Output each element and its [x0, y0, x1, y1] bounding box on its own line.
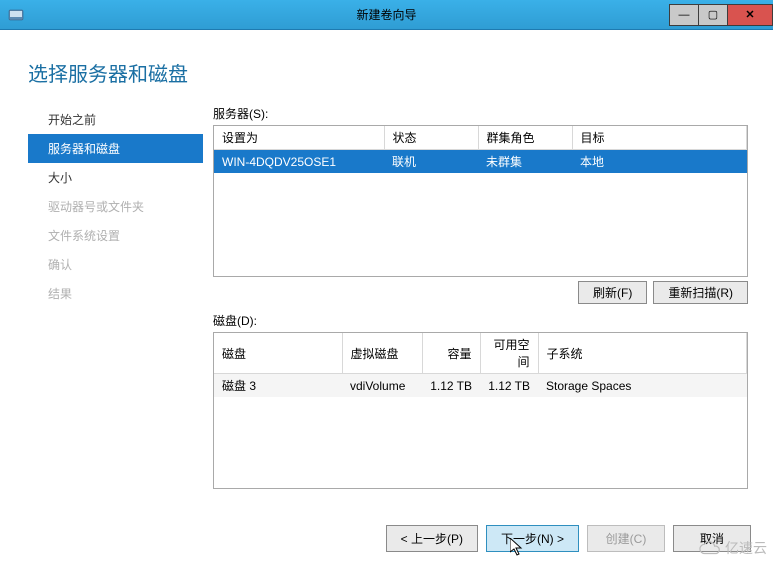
window-controls: — ▢ ✕	[670, 4, 773, 26]
server-table-box: 设置为 状态 群集角色 目标 WIN-4DQDV25OSE1 联机 未群集 本地	[213, 125, 748, 277]
cancel-button[interactable]: 取消	[673, 525, 751, 552]
disk-label: 磁盘(D):	[213, 312, 748, 329]
disk-cell-disk: 磁盘 3	[214, 374, 342, 398]
nav-server-disk[interactable]: 服务器和磁盘	[28, 134, 203, 163]
server-cell-target: 本地	[572, 150, 747, 174]
server-col-target[interactable]: 目标	[572, 126, 747, 150]
disk-table-box: 磁盘 虚拟磁盘 容量 可用空间 子系统 磁盘 3 vdiVolume 1.12 …	[213, 332, 748, 489]
server-row[interactable]: WIN-4DQDV25OSE1 联机 未群集 本地	[214, 150, 747, 174]
server-cell-name: WIN-4DQDV25OSE1	[214, 150, 384, 174]
server-cell-cluster: 未群集	[478, 150, 572, 174]
nav-drive-letter: 驱动器号或文件夹	[28, 192, 203, 221]
server-table: 设置为 状态 群集角色 目标 WIN-4DQDV25OSE1 联机 未群集 本地	[214, 126, 747, 173]
nav-confirm: 确认	[28, 250, 203, 279]
server-col-status[interactable]: 状态	[384, 126, 478, 150]
app-icon	[8, 7, 24, 23]
window-title: 新建卷向导	[0, 6, 773, 23]
page-heading: 选择服务器和磁盘	[20, 40, 753, 105]
prev-button[interactable]: < 上一步(P)	[386, 525, 478, 552]
rescan-button[interactable]: 重新扫描(R)	[653, 281, 748, 304]
nav-size[interactable]: 大小	[28, 163, 203, 192]
disk-cell-virtual: vdiVolume	[342, 374, 422, 398]
disk-table: 磁盘 虚拟磁盘 容量 可用空间 子系统 磁盘 3 vdiVolume 1.12 …	[214, 333, 747, 397]
server-label: 服务器(S):	[213, 105, 748, 122]
disk-col-capacity[interactable]: 容量	[422, 333, 480, 374]
nav-result: 结果	[28, 279, 203, 308]
disk-col-virtual[interactable]: 虚拟磁盘	[342, 333, 422, 374]
minimize-button[interactable]: —	[669, 4, 699, 26]
disk-col-subsystem[interactable]: 子系统	[538, 333, 747, 374]
disk-col-free[interactable]: 可用空间	[480, 333, 538, 374]
nav-before-begin[interactable]: 开始之前	[28, 105, 203, 134]
server-cell-status: 联机	[384, 150, 478, 174]
disk-cell-free: 1.12 TB	[480, 374, 538, 398]
wizard-footer: < 上一步(P) 下一步(N) > 创建(C) 取消	[386, 525, 751, 552]
create-button: 创建(C)	[587, 525, 665, 552]
server-col-provision[interactable]: 设置为	[214, 126, 384, 150]
server-col-cluster[interactable]: 群集角色	[478, 126, 572, 150]
nav-filesystem: 文件系统设置	[28, 221, 203, 250]
close-button[interactable]: ✕	[727, 4, 773, 26]
disk-row[interactable]: 磁盘 3 vdiVolume 1.12 TB 1.12 TB Storage S…	[214, 374, 747, 398]
maximize-button[interactable]: ▢	[698, 4, 728, 26]
wizard-nav: 开始之前 服务器和磁盘 大小 驱动器号或文件夹 文件系统设置 确认 结果	[28, 105, 203, 493]
disk-cell-subsystem: Storage Spaces	[538, 374, 747, 398]
disk-cell-capacity: 1.12 TB	[422, 374, 480, 398]
next-button[interactable]: 下一步(N) >	[486, 525, 579, 552]
disk-col-disk[interactable]: 磁盘	[214, 333, 342, 374]
refresh-button[interactable]: 刷新(F)	[578, 281, 647, 304]
